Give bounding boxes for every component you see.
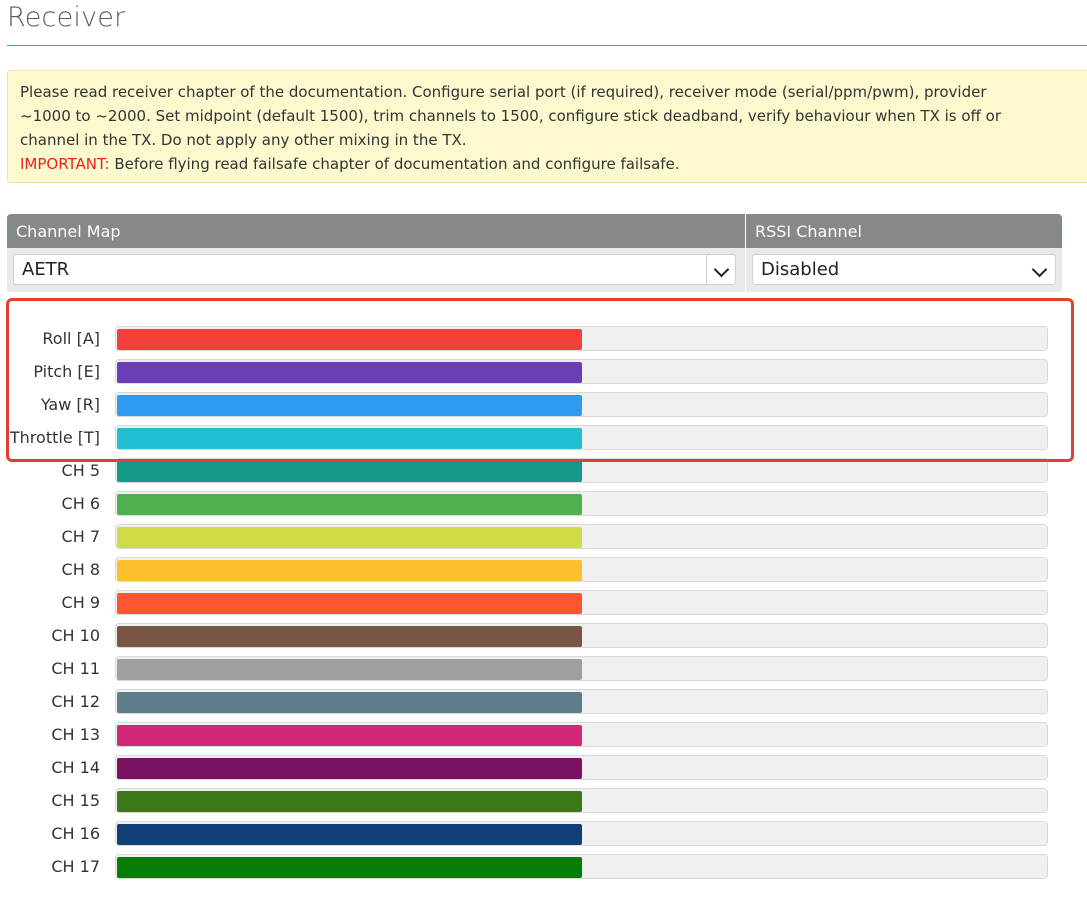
channel-label: CH 15 <box>51 791 100 810</box>
channel-bar-track <box>115 590 1048 615</box>
important-text: Before flying read failsafe chapter of d… <box>109 155 680 173</box>
channel-row: CH 16 <box>0 821 1087 846</box>
channel-label: CH 14 <box>51 758 100 777</box>
channel-bar-track <box>115 854 1048 879</box>
page-title: Receiver <box>7 2 126 33</box>
channel-row: Pitch [E] <box>0 359 1087 384</box>
channel-bar-track <box>115 755 1048 780</box>
channel-bar-fill <box>117 857 582 878</box>
channel-row: CH 5 <box>0 458 1087 483</box>
channel-row: CH 12 <box>0 689 1087 714</box>
channel-row: Roll [A] <box>0 326 1087 351</box>
channel-label: Roll [A] <box>42 329 100 348</box>
channel-row: CH 11 <box>0 656 1087 681</box>
channel-bar-fill <box>117 758 582 779</box>
channel-bar-fill <box>117 725 582 746</box>
channel-row: CH 7 <box>0 524 1087 549</box>
chevron-down-icon[interactable] <box>713 261 730 278</box>
channel-row: CH 15 <box>0 788 1087 813</box>
channel-label: CH 8 <box>61 560 100 579</box>
channel-bar-fill <box>117 593 582 614</box>
channel-label: CH 13 <box>51 725 100 744</box>
channel-row: CH 9 <box>0 590 1087 615</box>
note-line-2: ~1000 to ~2000. Set midpoint (default 15… <box>20 107 1001 125</box>
channel-bar-fill <box>117 329 582 350</box>
channel-bar-track <box>115 425 1048 450</box>
channel-map-header: Channel Map <box>7 214 745 248</box>
channel-label: CH 5 <box>61 461 100 480</box>
channel-bar-track <box>115 326 1048 351</box>
channel-bar-fill <box>117 428 582 449</box>
channel-bar-track <box>115 689 1048 714</box>
note-line-1: Please read receiver chapter of the docu… <box>20 83 987 101</box>
channel-label: CH 11 <box>51 659 100 678</box>
channel-label: Throttle [T] <box>9 428 100 447</box>
channel-label: Pitch [E] <box>33 362 100 381</box>
channel-bar-track <box>115 788 1048 813</box>
channel-bar-track <box>115 557 1048 582</box>
channel-row: CH 8 <box>0 557 1087 582</box>
channel-map-value: AETR <box>22 259 70 280</box>
channel-row: CH 13 <box>0 722 1087 747</box>
channel-bar-track <box>115 722 1048 747</box>
channel-bar-track <box>115 656 1048 681</box>
channel-map-select[interactable]: AETR <box>13 254 736 285</box>
channel-label: CH 6 <box>61 494 100 513</box>
important-label: IMPORTANT: <box>20 155 110 173</box>
channel-map-select-divider <box>706 255 707 284</box>
channel-bar-fill <box>117 494 582 515</box>
channel-bar-fill <box>117 626 582 647</box>
documentation-note: Please read receiver chapter of the docu… <box>7 70 1087 183</box>
channel-bar-fill <box>117 362 582 383</box>
channel-bar-track <box>115 623 1048 648</box>
channel-row: CH 14 <box>0 755 1087 780</box>
channel-label: CH 17 <box>51 857 100 876</box>
channel-row: CH 17 <box>0 854 1087 879</box>
channel-bar-track <box>115 359 1048 384</box>
channel-bar-fill <box>117 659 582 680</box>
channel-bar-track <box>115 491 1048 516</box>
channel-map-cell: AETR <box>7 248 745 292</box>
chevron-down-icon[interactable] <box>1031 261 1048 278</box>
rssi-channel-header: RSSI Channel <box>746 214 1062 248</box>
channel-bar-track <box>115 821 1048 846</box>
channel-row: CH 10 <box>0 623 1087 648</box>
channel-label: CH 10 <box>51 626 100 645</box>
channel-bar-fill <box>117 461 582 482</box>
channel-label: CH 9 <box>61 593 100 612</box>
channel-label: CH 16 <box>51 824 100 843</box>
channel-bar-fill <box>117 824 582 845</box>
channel-bar-track <box>115 392 1048 417</box>
channel-label: CH 7 <box>61 527 100 546</box>
channel-bar-fill <box>117 560 582 581</box>
title-divider <box>7 45 1087 46</box>
note-line-3: channel in the TX. Do not apply any othe… <box>20 131 467 149</box>
channel-label: CH 12 <box>51 692 100 711</box>
channel-bar-fill <box>117 395 582 416</box>
rssi-channel-select[interactable]: Disabled <box>752 254 1056 285</box>
channel-bar-fill <box>117 791 582 812</box>
rssi-channel-value: Disabled <box>761 259 840 280</box>
channel-label: Yaw [R] <box>40 395 100 414</box>
channel-row: CH 6 <box>0 491 1087 516</box>
channel-bar-track <box>115 524 1048 549</box>
note-important-line: IMPORTANT: Before flying read failsafe c… <box>20 152 1075 176</box>
channel-bar-track <box>115 458 1048 483</box>
channel-row: Yaw [R] <box>0 392 1087 417</box>
channel-bar-fill <box>117 692 582 713</box>
channel-bar-fill <box>117 527 582 548</box>
rssi-channel-cell: Disabled <box>746 248 1062 292</box>
channel-row: Throttle [T] <box>0 425 1087 450</box>
